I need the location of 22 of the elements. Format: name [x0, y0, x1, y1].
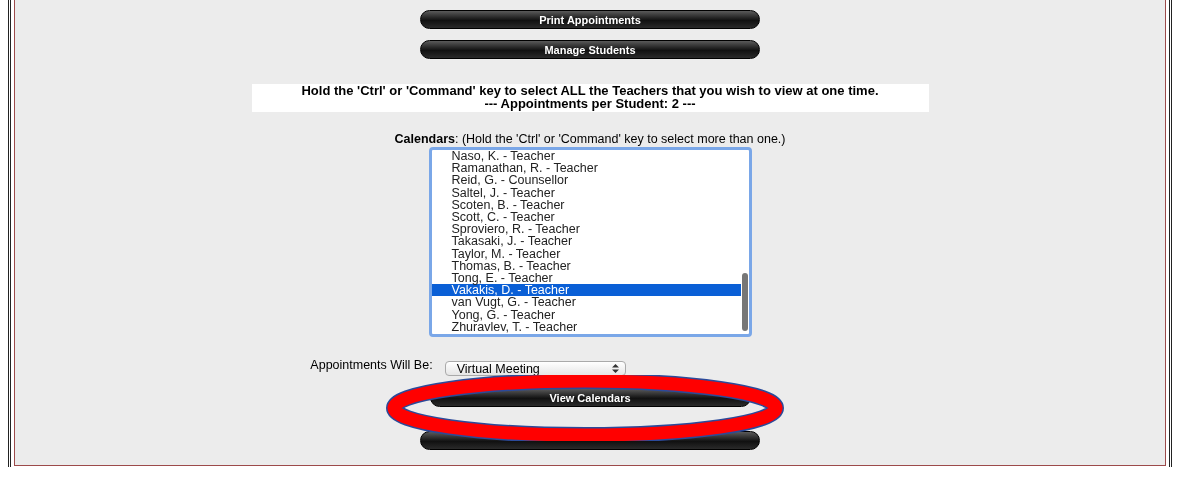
appointment-type-label: Appointments Will Be: [310, 358, 433, 372]
calendar-option[interactable]: Taylor, M. - Teacher [431, 247, 741, 260]
instruction-text: Hold the 'Ctrl' or 'Command' key to select ALL the Teachers that you wish to view at one time. [300, 85, 880, 98]
calendar-option[interactable]: Reid, G. - Counsellor [431, 174, 741, 187]
calendar-option[interactable]: Sproviero, R. - Teacher [431, 223, 741, 236]
calendar-option[interactable]: Scott, C. - Teacher [431, 211, 741, 224]
updown-arrows-icon [611, 364, 619, 373]
appointments-per-student-text: --- Appointments per Student: 2 --- [484, 97, 696, 110]
calendar-option[interactable]: van Vugt, G. - Teacher [431, 296, 741, 309]
pill-button[interactable]: Print Appointments [420, 10, 760, 29]
calendar-option[interactable]: Takasaki, J. - Teacher [431, 235, 741, 248]
calendars-listbox[interactable] [428, 147, 752, 337]
calendars-label: Calendars: (Hold the 'Ctrl' or 'Command' key to select more than one.) [394, 132, 786, 146]
scrollbar-thumb[interactable] [741, 273, 748, 331]
calendar-option[interactable]: Scoten, B. - Teacher [431, 198, 741, 211]
calendar-option[interactable]: Saltel, J. - Teacher [431, 186, 741, 199]
appointment-type-select[interactable]: Virtual Meeting [444, 361, 626, 376]
calendar-option[interactable]: Ramanathan, R. - Teacher [431, 162, 741, 175]
calendar-option[interactable]: Vakakis, D. - Teacher [431, 284, 741, 297]
calendar-option[interactable]: Tong, E. - Teacher [431, 272, 741, 285]
pill-button[interactable]: Manage Students [420, 40, 760, 59]
calendar-option[interactable]: Naso, K. - Teacher [431, 150, 741, 163]
